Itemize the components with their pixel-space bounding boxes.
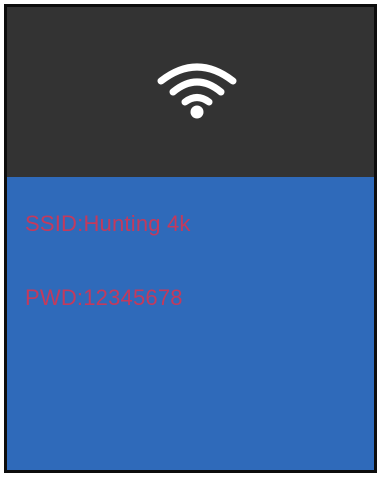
device-screen: SSID:Hunting 4k PWD:12345678 xyxy=(4,4,377,473)
ssid-text: SSID:Hunting 4k xyxy=(25,211,191,236)
header-bar xyxy=(7,7,374,177)
wifi-info-panel: SSID:Hunting 4k PWD:12345678 xyxy=(7,177,374,470)
wifi-icon xyxy=(157,63,237,119)
password-text: PWD:12345678 xyxy=(25,285,183,310)
